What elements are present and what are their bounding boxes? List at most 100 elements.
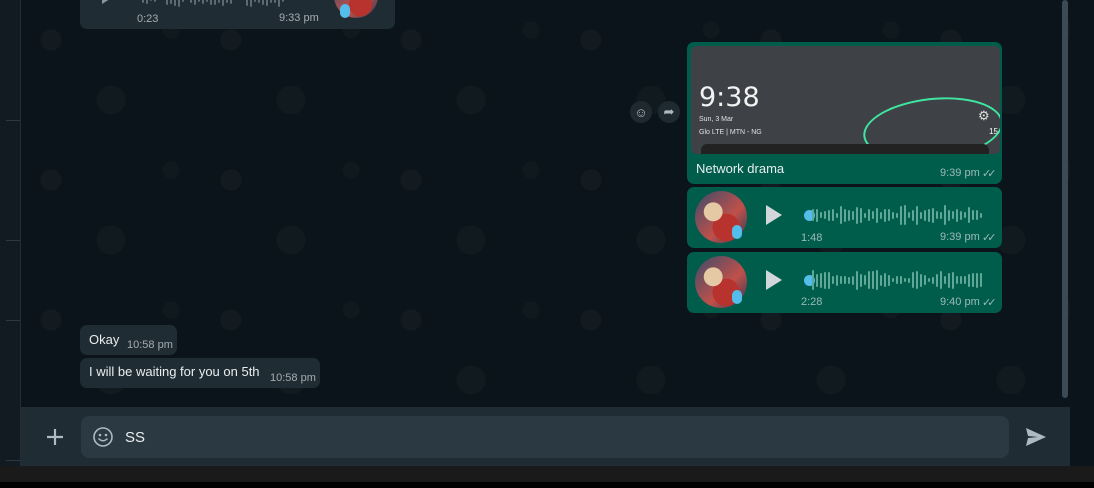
play-icon[interactable] xyxy=(102,0,118,4)
waveform-bar xyxy=(908,277,910,283)
waveform-bar xyxy=(262,0,264,5)
waveform-bar xyxy=(896,276,898,284)
waveform-bar xyxy=(884,208,886,222)
chat-panel[interactable]: 0:23 9:33 pm ☺ ➦ 9:38 Sun, 3 Mar Glo LTE… xyxy=(21,0,1070,406)
waveform-bar xyxy=(880,274,882,286)
waveform-bar xyxy=(948,272,950,288)
waveform-bar xyxy=(146,0,148,4)
waveform-bar xyxy=(888,274,890,286)
message-time: 9:39 pm xyxy=(940,231,980,243)
waveform-bar xyxy=(932,276,934,284)
image-caption: Network drama xyxy=(696,161,785,176)
message-time: 9:40 pm xyxy=(940,296,980,308)
waveform-bar xyxy=(836,212,838,218)
waveform-bar xyxy=(154,0,156,2)
waveform[interactable] xyxy=(812,204,982,226)
waveform-bar xyxy=(928,208,930,222)
waveform-bar xyxy=(258,0,260,3)
incoming-text-message[interactable]: I will be waiting for you on 5th 10:58 p… xyxy=(80,358,320,388)
waveform-bar xyxy=(864,275,866,285)
play-icon[interactable] xyxy=(766,205,782,225)
waveform-bar xyxy=(908,212,910,218)
waveform-bar xyxy=(860,207,862,223)
waveform-bar xyxy=(820,212,822,218)
forward-icon[interactable]: ➦ xyxy=(658,101,680,123)
message-input[interactable] xyxy=(125,429,985,446)
waveform-bar xyxy=(972,273,974,287)
waveform-bar xyxy=(944,205,946,225)
waveform-bar xyxy=(952,271,954,289)
waveform-bar xyxy=(832,276,834,284)
voice-message[interactable]: 2:28 9:40 pm ✓✓ xyxy=(687,252,1002,313)
message-time: 9:39 pm xyxy=(940,167,980,179)
waveform-bar xyxy=(190,0,192,3)
waveform-bar xyxy=(812,209,814,221)
message-text: Okay xyxy=(89,332,120,347)
waveform-bar xyxy=(198,0,200,2)
waveform-bar xyxy=(860,273,862,287)
waveform-bar xyxy=(948,209,950,221)
screenshot-image[interactable]: 9:38 Sun, 3 Mar Glo LTE | MTN - NG ⚙ 15 xyxy=(691,46,1000,154)
waveform-bar xyxy=(270,0,272,3)
waveform-bar xyxy=(912,272,914,288)
waveform-bar xyxy=(254,0,256,2)
waveform-bar xyxy=(976,272,978,288)
waveform-bar xyxy=(852,275,854,285)
message-time: 10:58 pm xyxy=(270,372,316,384)
waveform-bar xyxy=(230,0,232,4)
waveform-bar xyxy=(848,276,850,284)
image-message[interactable]: 9:38 Sun, 3 Mar Glo LTE | MTN - NG ⚙ 15 … xyxy=(687,42,1002,184)
waveform-bar xyxy=(820,272,822,288)
waveform-bar xyxy=(868,209,870,221)
waveform-bar xyxy=(872,271,874,289)
waveform-bar xyxy=(940,271,942,289)
waveform[interactable] xyxy=(142,0,284,8)
waveform-bar xyxy=(828,271,830,289)
message-input-box[interactable] xyxy=(81,416,1009,458)
voice-duration: 2:28 xyxy=(801,296,823,308)
voice-duration: 0:23 xyxy=(137,13,159,25)
voice-duration: 1:48 xyxy=(801,232,823,244)
waveform-bar xyxy=(876,207,878,223)
waveform-bar xyxy=(900,205,902,225)
waveform-bar xyxy=(936,273,938,287)
image-notification-bar xyxy=(701,144,989,154)
waveform-bar xyxy=(206,0,208,2)
play-icon[interactable] xyxy=(766,270,782,290)
incoming-text-message[interactable]: Okay 10:58 pm xyxy=(80,325,177,355)
waveform-bar xyxy=(900,276,902,284)
waveform-bar xyxy=(832,209,834,221)
image-carrier-text: Glo LTE | MTN - NG xyxy=(699,129,762,136)
waveform-bar xyxy=(876,270,878,290)
waveform-bar xyxy=(864,212,866,218)
plus-icon[interactable] xyxy=(43,425,67,449)
waveform-bar xyxy=(218,0,220,3)
message-time: 9:33 pm xyxy=(279,12,319,24)
waveform-bar xyxy=(888,209,890,221)
waveform-bar xyxy=(226,0,228,3)
waveform-bar xyxy=(852,210,854,220)
emoji-icon[interactable] xyxy=(92,426,114,448)
waveform-bar xyxy=(964,212,966,218)
waveform-bar xyxy=(844,208,846,222)
waveform-bar xyxy=(840,206,842,224)
chat-scrollbar[interactable] xyxy=(1062,0,1068,398)
incoming-voice-message[interactable]: 0:23 9:33 pm xyxy=(80,0,395,29)
right-edge xyxy=(1070,0,1094,466)
emoji-react-icon[interactable]: ☺ xyxy=(630,101,652,123)
waveform[interactable] xyxy=(812,269,982,291)
waveform-bar xyxy=(282,0,284,2)
waveform-bar xyxy=(824,271,826,289)
waveform-bar xyxy=(222,0,224,6)
double-check-icon: ✓✓ xyxy=(982,232,997,244)
waveform-bar xyxy=(964,276,966,284)
waveform-bar xyxy=(824,211,826,219)
send-icon[interactable] xyxy=(1024,426,1048,448)
waveform-bar xyxy=(932,207,934,223)
waveform-bar xyxy=(202,0,204,4)
waveform-bar xyxy=(952,211,954,219)
voice-message[interactable]: 1:48 9:39 pm ✓✓ xyxy=(687,187,1002,248)
waveform-bar xyxy=(880,211,882,219)
double-check-icon: ✓✓ xyxy=(982,168,997,180)
waveform-bar xyxy=(956,276,958,284)
